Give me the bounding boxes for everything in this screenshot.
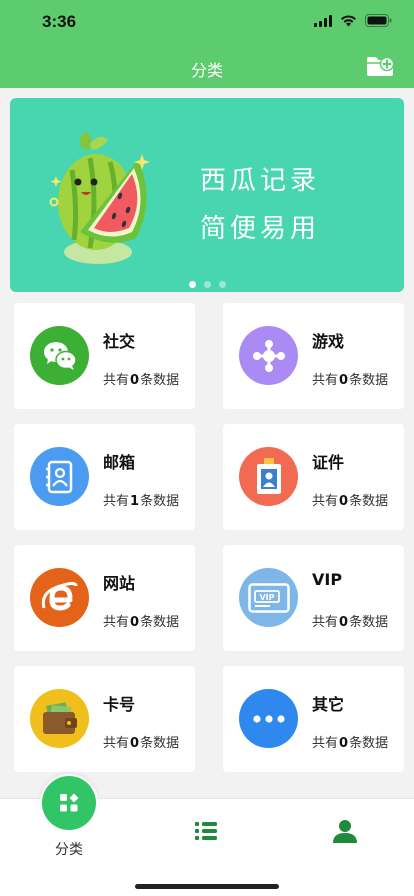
category-name: VIP (312, 570, 343, 589)
tab-category[interactable] (40, 774, 98, 832)
category-count: 共有0条数据 (312, 615, 389, 630)
category-count: 共有0条数据 (312, 494, 389, 509)
category-card-other[interactable]: 其它 共有0条数据 (223, 666, 404, 772)
nav-header: 3:36 分类 (0, 0, 414, 88)
list-icon[interactable] (194, 819, 218, 843)
category-count: 共有0条数据 (103, 736, 180, 751)
category-count: 共有0条数据 (103, 615, 180, 630)
battery-icon (365, 14, 392, 27)
signal-icon (314, 14, 332, 27)
category-name: 证件 (312, 453, 345, 472)
page-dot[interactable] (188, 281, 196, 288)
tab-bar: 分类 (0, 774, 414, 896)
page-dot[interactable] (218, 281, 226, 288)
more-dots-icon (239, 689, 298, 748)
status-time: 3:36 (42, 12, 77, 31)
category-card-card-number[interactable]: 卡号 共有0条数据 (14, 666, 195, 772)
id-badge-icon (239, 447, 298, 506)
category-name: 网站 (103, 574, 136, 593)
page-dot[interactable] (203, 281, 211, 288)
user-icon[interactable] (332, 818, 358, 844)
promo-banner[interactable]: 西瓜记录 简便易用 (10, 98, 404, 292)
svg-text:VIP: VIP (259, 593, 274, 602)
category-card-id[interactable]: 证件 共有0条数据 (223, 424, 404, 530)
grid-shapes-icon (60, 793, 79, 812)
status-icons (314, 14, 392, 27)
category-name: 其它 (312, 695, 345, 714)
banner-line-1: 西瓜记录 (200, 166, 321, 196)
category-name: 卡号 (103, 695, 136, 714)
home-indicator[interactable] (135, 884, 279, 889)
tab-category-label[interactable]: 分类 (40, 839, 98, 859)
page-indicator (10, 281, 404, 288)
category-name: 邮箱 (103, 453, 136, 472)
category-card-website[interactable]: 网站 共有0条数据 (14, 545, 195, 651)
vip-card-icon: VIP (239, 568, 298, 627)
category-name: 游戏 (312, 332, 345, 351)
category-card-social[interactable]: 社交 共有0条数据 (14, 303, 195, 409)
banner-line-2: 简便易用 (200, 214, 321, 244)
tab-category-button[interactable] (42, 776, 96, 830)
browser-e-icon (30, 568, 89, 627)
wechat-icon (30, 326, 89, 385)
category-count: 共有0条数据 (312, 373, 389, 388)
watermelon-mascot-icon (49, 132, 150, 264)
category-name: 社交 (103, 332, 136, 351)
page-title: 分类 (190, 61, 223, 80)
category-count: 共有0条数据 (103, 373, 180, 388)
category-card-game[interactable]: 游戏 共有0条数据 (223, 303, 404, 409)
wifi-icon (341, 14, 356, 26)
gamepad-icon (239, 326, 298, 385)
category-card-vip[interactable]: VIP VIP 共有0条数据 (223, 545, 404, 651)
category-card-mail[interactable]: 邮箱 共有1条数据 (14, 424, 195, 530)
address-book-icon (30, 447, 89, 506)
add-folder-icon[interactable] (366, 55, 394, 77)
category-count: 共有0条数据 (312, 736, 389, 751)
wallet-icon (30, 689, 89, 748)
category-count: 共有1条数据 (103, 494, 180, 509)
